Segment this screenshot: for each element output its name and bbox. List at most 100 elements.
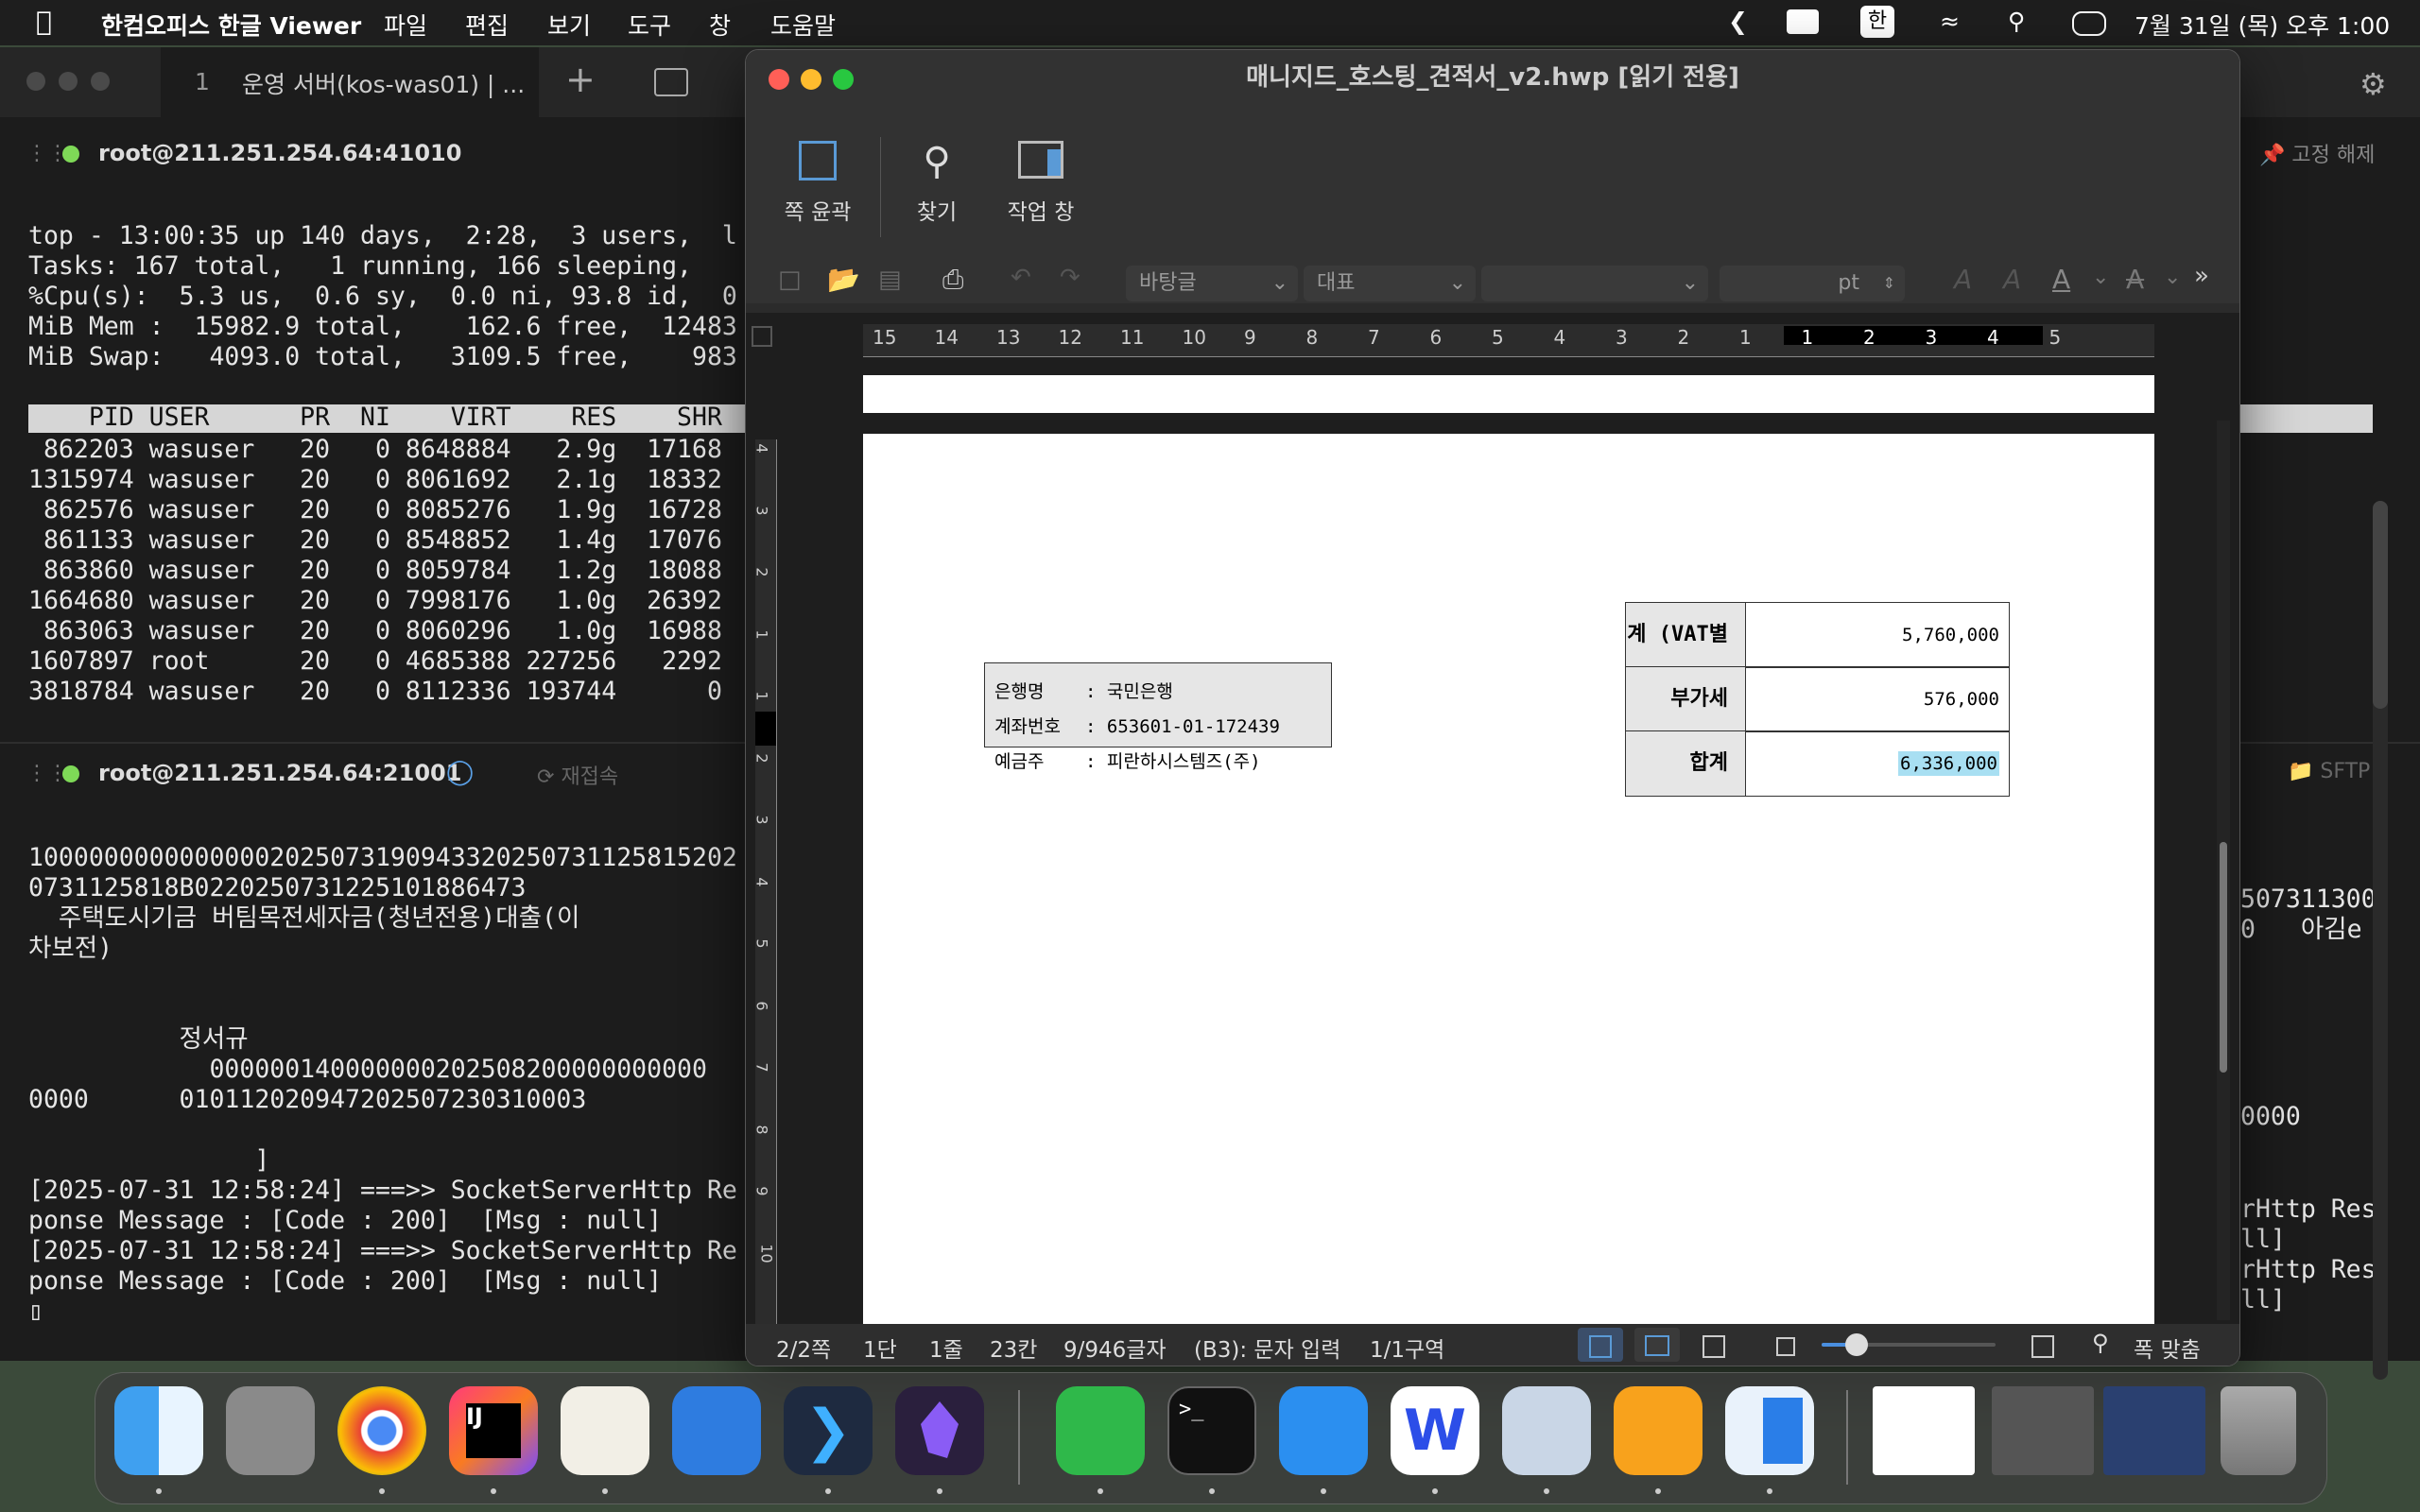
zoom-slider-knob[interactable] [1844, 1333, 1868, 1356]
trash-icon[interactable] [2221, 1386, 2296, 1475]
process-row-line: 1607897 root 20 0 4685388 227256 2292 [28, 646, 737, 676]
session2-line: [2025-07-31 12:58:24] ===>> SocketServer… [28, 1176, 737, 1205]
dock-divider [1018, 1390, 1020, 1485]
search-icon[interactable]: ⚲ [2008, 8, 2025, 35]
numbers-icon[interactable] [1056, 1386, 1145, 1475]
apple-icon[interactable]:  [36, 6, 52, 37]
subtotal-value-cell: 5,760,000 [1745, 602, 2010, 668]
menu-edit[interactable]: 편집 [465, 8, 509, 42]
chevron-left-icon[interactable]: ❮ [1728, 8, 1748, 35]
menu-tools[interactable]: 도구 [628, 8, 671, 42]
hwp-scroll-thumb[interactable] [2220, 842, 2227, 1073]
terminal-fragment: ll] [2240, 1225, 2286, 1254]
find-button[interactable]: ⚲ 찾기 [899, 141, 975, 226]
menu-window[interactable]: 창 [709, 8, 731, 42]
menubar-clock[interactable]: 7월 31일 (목) 오후 1:00 [2135, 8, 2390, 42]
obsidian-icon[interactable] [895, 1386, 984, 1475]
running-indicator [156, 1488, 162, 1494]
input-source-indicator[interactable]: 한 [1860, 6, 1894, 38]
zoom-in-button[interactable] [2020, 1328, 2066, 1362]
bank-info-box: 은행명: 국민은행 계좌번호: 653601-01-172439 예금주: 피란… [984, 662, 1332, 772]
search-icon[interactable]: ⚲ [2092, 1330, 2109, 1356]
session2-line: 1000000000000000202507319094332025073112… [28, 843, 737, 872]
keynote-icon[interactable] [1279, 1386, 1368, 1475]
gear-icon[interactable]: ⚙ [2360, 66, 2387, 102]
ruler-tick-label: 8 [1305, 326, 1319, 349]
total-value-selection[interactable]: 6,336,000 [1898, 751, 1999, 776]
hwp-scrollbar[interactable] [2217, 421, 2230, 1320]
pin-toggle[interactable]: 📌 고정 해제 [2259, 138, 2375, 168]
terminal-icon[interactable]: >_ [1167, 1386, 1256, 1475]
minimize-button[interactable] [801, 69, 821, 90]
launchpad-icon[interactable] [226, 1386, 315, 1475]
keyboard-icon[interactable] [1787, 9, 1819, 34]
zoom-out-button[interactable] [1763, 1328, 1808, 1362]
running-indicator [1655, 1488, 1661, 1494]
hwp-icon[interactable] [1725, 1386, 1814, 1475]
font-style-combo[interactable]: 바탕글 ⌄ [1126, 266, 1298, 301]
session1-host: root@211.251.254.64:41010 [98, 140, 462, 166]
vertical-ruler[interactable]: 4 3 2 1 1 2 3 4 5 6 7 8 9 10 [752, 439, 777, 1324]
terminal-tab[interactable]: 1 운영 서버(kos-was01) | ... [161, 47, 539, 117]
status-chars: 9/946글자 [1063, 1338, 1167, 1363]
running-indicator [937, 1488, 942, 1494]
ruler-tick-label: 15 [873, 326, 897, 349]
zoom-button[interactable] [833, 69, 854, 90]
window-thumb-1[interactable] [1873, 1386, 1975, 1475]
close-button[interactable] [26, 72, 45, 91]
sftp-button[interactable]: 📁 SFTP [2288, 760, 2370, 783]
print-icon[interactable]: ⎙ [942, 264, 963, 296]
menu-view[interactable]: 보기 [547, 8, 591, 42]
minimize-button[interactable] [59, 72, 78, 91]
menu-help[interactable]: 도움말 [770, 8, 836, 42]
font-size-field[interactable]: pt ⇕ [1720, 266, 1905, 301]
status-page: 2/2쪽 [776, 1338, 832, 1363]
terminal-scroll-thumb[interactable] [2373, 501, 2388, 709]
vruler-tick-label: 9 [752, 1186, 771, 1196]
font-face-combo[interactable]: 대표 ⌄ [1304, 266, 1476, 301]
bank-name-label: 은행명 [994, 681, 1045, 702]
more-options-icon[interactable]: » [2194, 262, 2209, 290]
vruler-tick-label: 7 [752, 1062, 771, 1073]
pages-icon[interactable] [1614, 1386, 1703, 1475]
view-normal-button[interactable] [1578, 1328, 1623, 1362]
page-outline-button[interactable]: 쪽 윤곽 [780, 141, 856, 226]
view-fit-width-button[interactable] [1634, 1328, 1680, 1362]
total-value-cell[interactable]: 6,336,000 [1745, 730, 2010, 797]
preview-icon[interactable] [1502, 1386, 1591, 1475]
vscode-icon[interactable]: ❯ [784, 1386, 873, 1475]
app-name-menu[interactable]: 한컴오피스 한글 Viewer [101, 8, 361, 42]
task-pane-button[interactable]: 작업 창 [994, 141, 1088, 226]
intellij-icon[interactable]: IJ [449, 1386, 538, 1475]
tab-overview-icon[interactable] [654, 68, 688, 96]
file-manager-icon[interactable] [672, 1386, 761, 1475]
chevron-down-icon: ⌄ [2164, 266, 2182, 289]
terminal-scrollbar[interactable] [2373, 501, 2388, 1380]
document-page[interactable]: 은행명: 국민은행 계좌번호: 653601-01-172439 예금주: 피란… [863, 434, 2154, 1366]
bank-row: 은행명: 국민은행 [994, 675, 1322, 710]
font-name-combo[interactable]: ⌄ [1481, 266, 1708, 301]
account-holder-value: : 피란하시스템즈(주) [1085, 751, 1261, 772]
zoom-slider-track[interactable] [1822, 1333, 1996, 1356]
reconnect-button[interactable]: ⟳ 재접속 [537, 760, 618, 790]
lightbulb-icon[interactable]: ◯ [446, 758, 474, 786]
ruler-tick-label: 4 [1553, 326, 1566, 349]
font-style-value: 바탕글 [1139, 271, 1197, 295]
open-folder-icon[interactable]: 📂 [827, 264, 860, 295]
zoom-fit-label[interactable]: 폭 맞춤 [2134, 1332, 2201, 1364]
finder-icon[interactable] [114, 1386, 203, 1475]
naver-whale-icon[interactable]: W [1391, 1386, 1479, 1475]
dbeaver-icon[interactable] [561, 1386, 649, 1475]
menu-file[interactable]: 파일 [384, 8, 427, 42]
chrome-icon[interactable] [337, 1386, 426, 1475]
window-thumb-3[interactable] [2103, 1386, 2205, 1475]
view-page-button[interactable] [1691, 1328, 1737, 1362]
running-indicator [1098, 1488, 1103, 1494]
window-thumb-2[interactable] [1992, 1386, 2094, 1475]
status-line: 1줄 [929, 1338, 963, 1363]
close-button[interactable] [769, 69, 789, 90]
new-tab-icon[interactable]: + [565, 59, 596, 100]
control-center-icon[interactable] [2072, 11, 2106, 36]
zoom-button[interactable] [91, 72, 110, 91]
wifi-icon[interactable]: ≈ [1940, 8, 1960, 35]
